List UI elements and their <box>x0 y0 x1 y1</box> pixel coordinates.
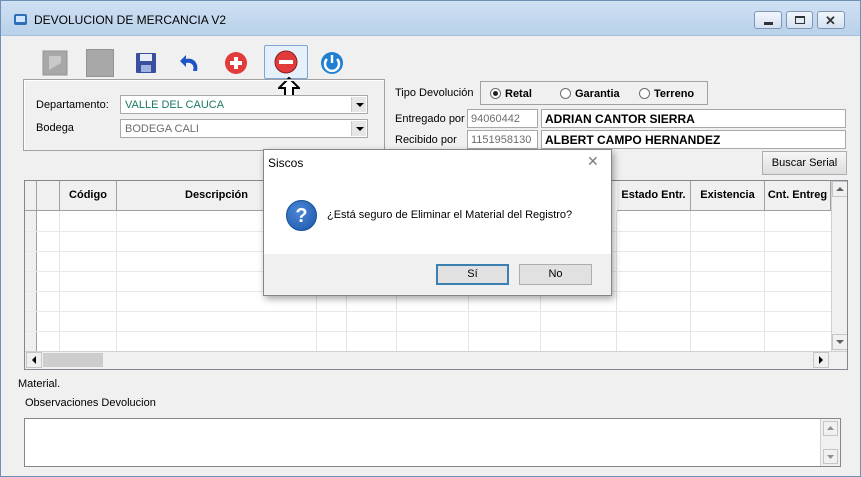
departamento-value: VALLE DEL CAUCA <box>125 99 225 111</box>
minimize-button[interactable] <box>754 11 782 29</box>
power-icon[interactable] <box>318 49 346 77</box>
radio-terreno-label: Terreno <box>654 88 695 100</box>
departamento-select[interactable]: VALLE DEL CAUCA <box>120 95 368 114</box>
grid-vertical-scrollbar[interactable] <box>831 181 847 351</box>
yes-button[interactable]: Sí <box>436 264 509 285</box>
location-group: Departamento: VALLE DEL CAUCA Bodega BOD… <box>23 79 385 151</box>
scroll-down-icon[interactable] <box>832 334 847 350</box>
tipo-devolucion-label: Tipo Devolución <box>395 87 474 99</box>
title-bar: DEVOLUCION DE MERCANCIA V2 ✕ <box>1 1 860 36</box>
remove-button[interactable] <box>264 45 308 79</box>
radio-garantia[interactable]: Garantia <box>560 88 620 100</box>
recibido-id-field[interactable]: 1151958130 <box>467 130 538 149</box>
memo-scrollbar[interactable] <box>820 419 840 466</box>
save-icon[interactable] <box>132 49 160 77</box>
grid-corner <box>25 181 37 211</box>
table-row <box>25 311 831 312</box>
bodega-value: BODEGA CALI <box>125 123 199 135</box>
grid-header-select <box>37 181 60 211</box>
dialog-title: Siscos <box>268 156 304 170</box>
maximize-button[interactable] <box>786 11 813 29</box>
radio-unchecked-icon <box>560 88 571 99</box>
material-label: Material. <box>18 378 61 390</box>
radio-checked-icon <box>490 88 501 99</box>
grid-column <box>691 211 765 351</box>
dialog-message: ¿Está seguro de Eliminar el Material del… <box>327 209 573 221</box>
recibido-name-field[interactable]: ALBERT CAMPO HERNANDEZ <box>541 130 846 149</box>
bodega-select[interactable]: BODEGA CALI <box>120 119 368 138</box>
radio-garantia-label: Garantia <box>575 88 620 100</box>
close-button[interactable]: ✕ <box>817 11 845 29</box>
main-window: DEVOLUCION DE MERCANCIA V2 ✕ Departament… <box>0 0 861 477</box>
grid-column <box>60 211 117 351</box>
app-icon <box>14 14 27 25</box>
close-icon: ✕ <box>825 13 836 28</box>
grid-row-header <box>25 211 37 351</box>
grid-column <box>617 211 691 351</box>
grid-horizontal-scrollbar[interactable] <box>25 351 847 369</box>
grid-header-cnt-entreg[interactable]: Cnt. Entreg <box>765 181 831 211</box>
tipo-devolucion-group: Retal Garantia Terreno <box>480 81 708 105</box>
grid-column <box>37 211 60 351</box>
new-doc-icon[interactable] <box>41 49 69 77</box>
radio-retal-label: Retal <box>505 88 532 100</box>
buscar-serial-button[interactable]: Buscar Serial <box>762 151 847 175</box>
entregado-name-field[interactable]: ADRIAN CANTOR SIERRA <box>541 109 846 128</box>
window-title: DEVOLUCION DE MERCANCIA V2 <box>34 13 227 27</box>
scroll-thumb[interactable] <box>43 353 103 367</box>
grid-header-existencia[interactable]: Existencia <box>691 181 765 211</box>
no-button[interactable]: No <box>519 264 592 285</box>
radio-terreno[interactable]: Terreno <box>639 88 694 100</box>
grid-header-codigo[interactable]: Código <box>60 181 117 211</box>
scroll-up-icon[interactable] <box>823 421 838 436</box>
radio-unchecked-icon <box>639 88 650 99</box>
confirm-dialog: Siscos ✕ ? ¿Está seguro de Eliminar el M… <box>263 149 612 296</box>
maximize-icon <box>795 16 805 24</box>
chevron-down-icon[interactable] <box>351 121 366 136</box>
observaciones-textarea[interactable] <box>24 418 841 467</box>
entregado-label: Entregado por <box>395 113 465 125</box>
question-icon: ? <box>286 200 317 231</box>
scroll-right-icon[interactable] <box>813 352 829 368</box>
entregado-id-field[interactable]: 94060442 <box>467 109 538 128</box>
dialog-footer: Sí No <box>264 254 611 295</box>
chevron-down-icon[interactable] <box>351 97 366 112</box>
bodega-label: Bodega <box>36 122 74 134</box>
grid-header-estado[interactable]: Estado Entr. <box>617 181 691 211</box>
dialog-close-icon[interactable]: ✕ <box>587 153 599 170</box>
table-row <box>25 331 831 332</box>
scroll-left-icon[interactable] <box>26 352 42 368</box>
minimize-icon <box>764 22 773 25</box>
scroll-up-icon[interactable] <box>832 181 847 197</box>
blank-button[interactable] <box>86 49 114 77</box>
radio-retal[interactable]: Retal <box>490 88 532 100</box>
departamento-label: Departamento: <box>36 99 109 111</box>
add-icon[interactable] <box>222 49 250 77</box>
undo-icon[interactable] <box>177 49 205 77</box>
recibido-label: Recibido por <box>395 134 457 146</box>
scroll-down-icon[interactable] <box>823 449 838 464</box>
observaciones-label: Observaciones Devolucion <box>25 397 156 409</box>
